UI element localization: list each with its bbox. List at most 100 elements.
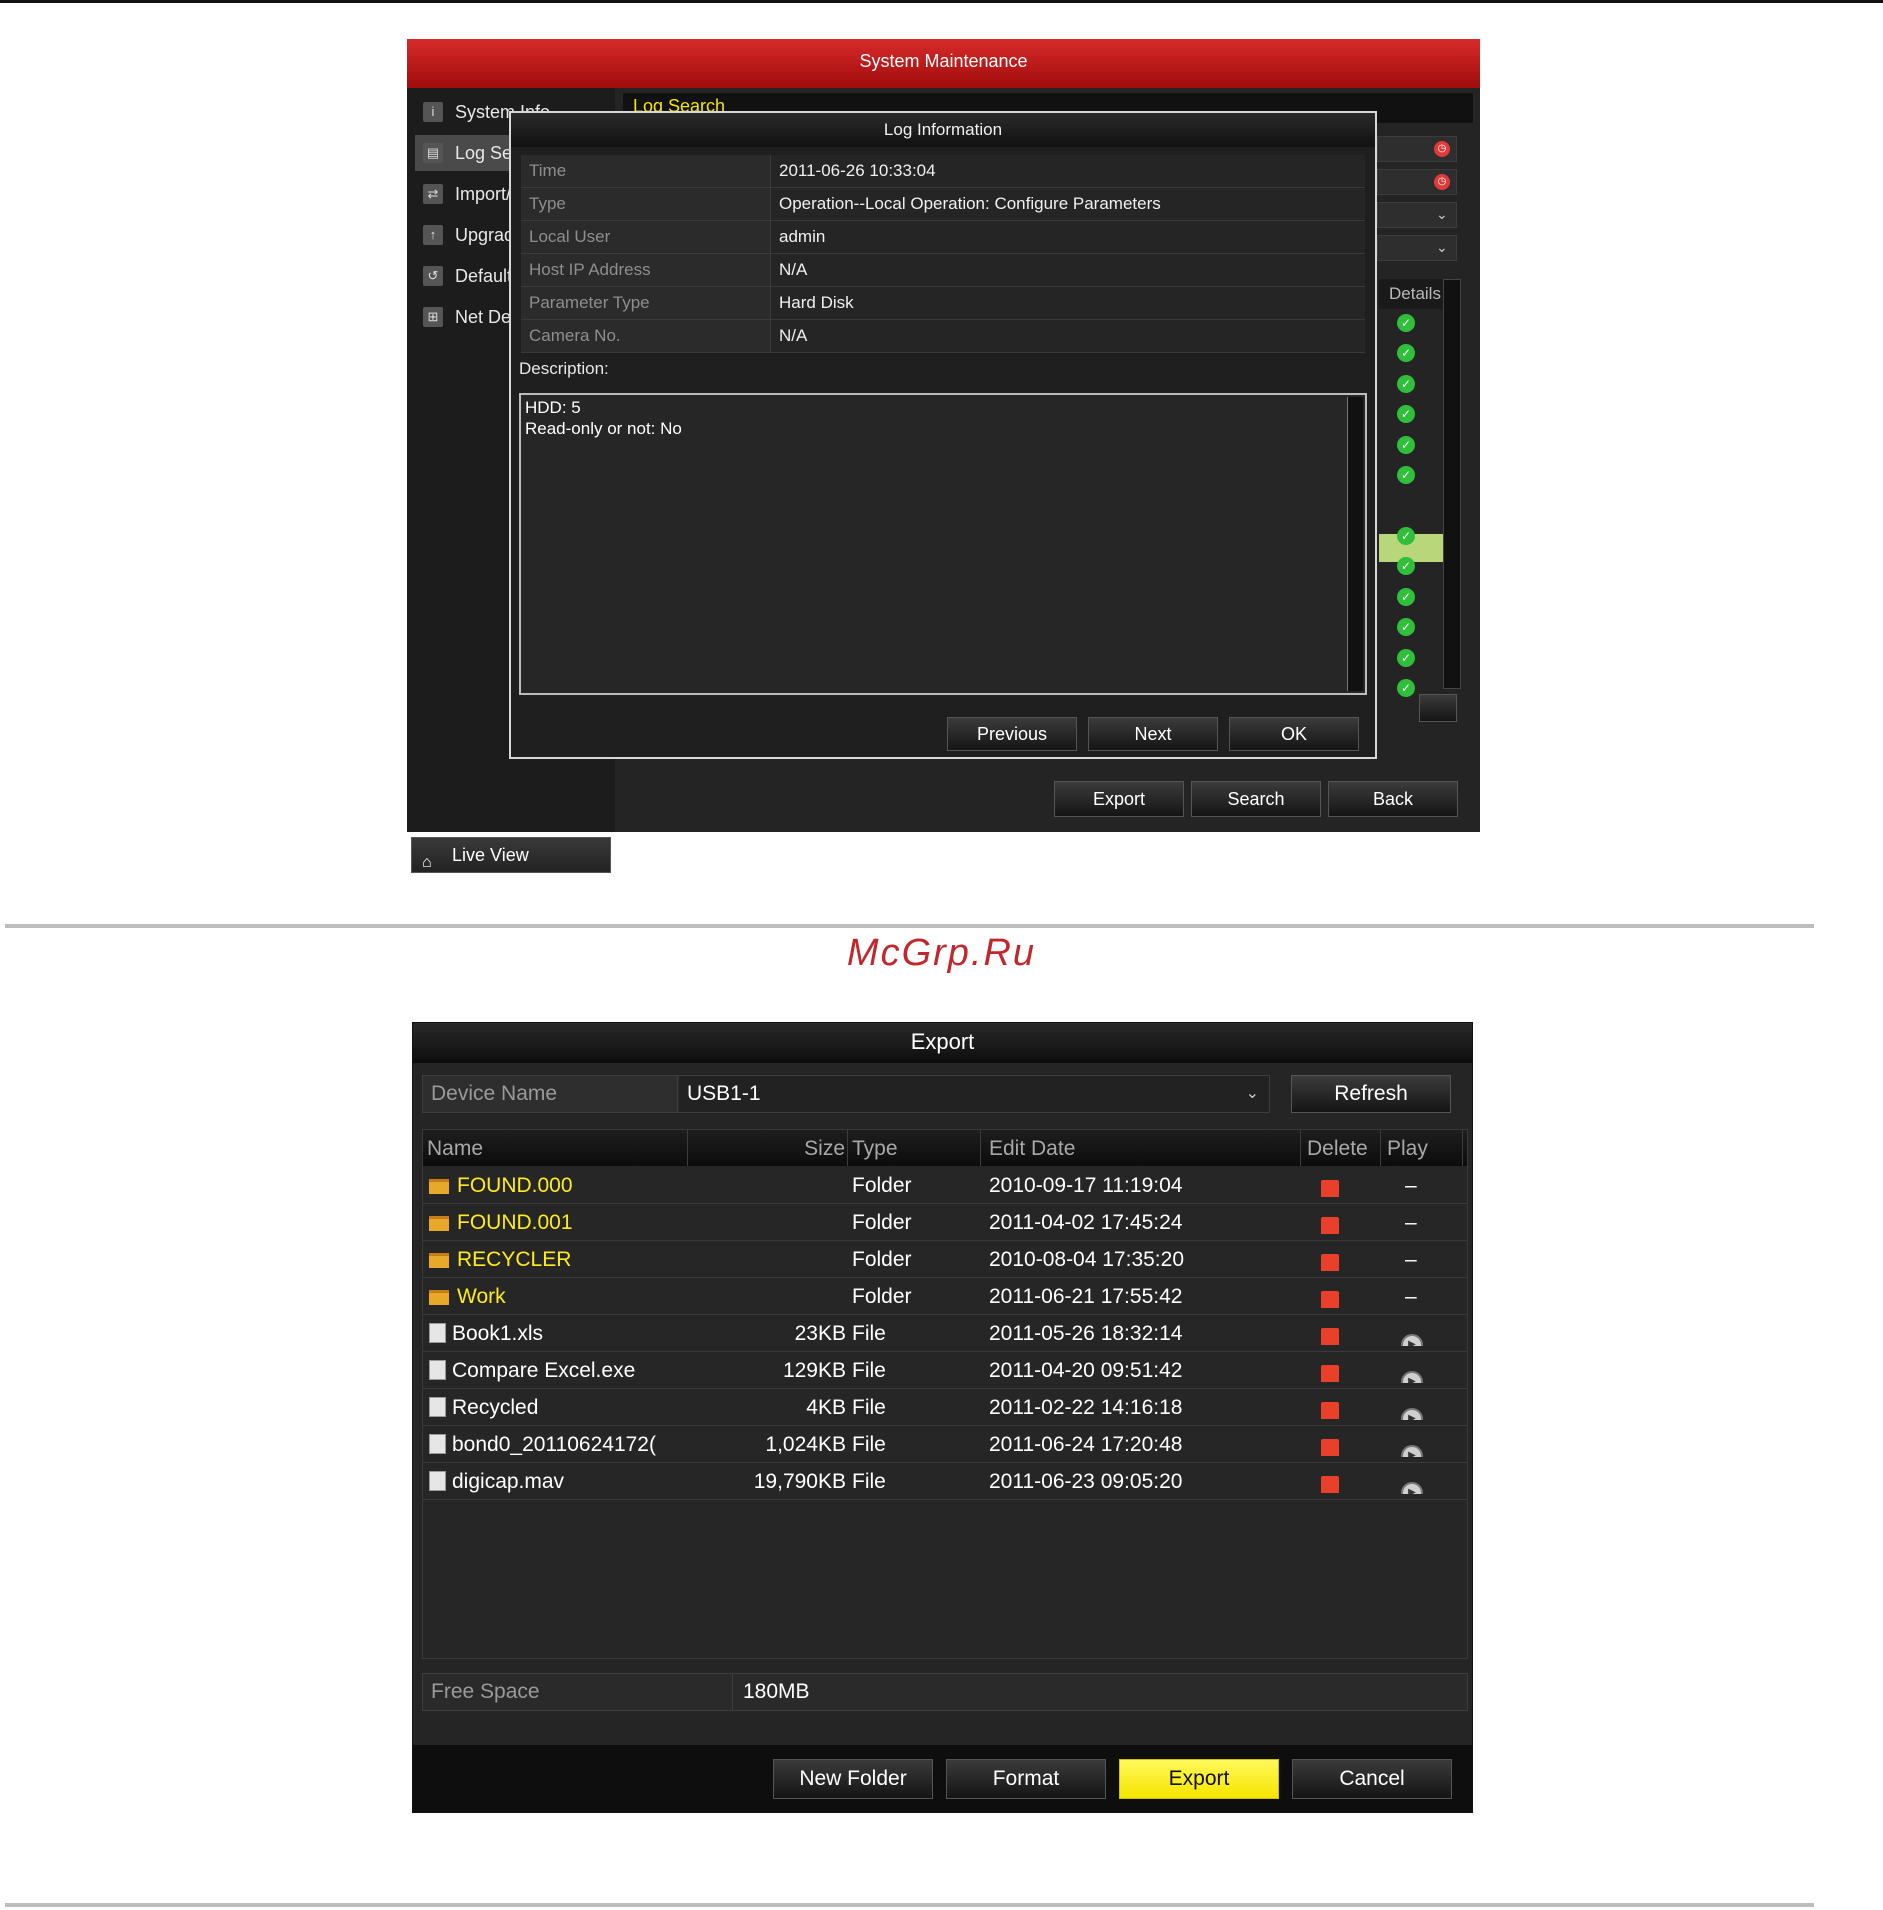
previous-button[interactable]: Previous	[947, 717, 1077, 751]
network-icon: ⊞	[423, 307, 443, 327]
trash-icon[interactable]	[1321, 1217, 1339, 1234]
play-placeholder: –	[1405, 1248, 1417, 1271]
device-name-row: Device Name USB1-1 ⌄	[422, 1075, 1270, 1113]
free-space-value: 180MB	[743, 1680, 810, 1703]
play-icon[interactable]: ▶	[1401, 1408, 1423, 1420]
trash-icon[interactable]	[1321, 1291, 1339, 1308]
file-name: Book1.xls	[452, 1322, 544, 1345]
trash-icon[interactable]	[1321, 1476, 1339, 1493]
file-name: Work	[457, 1285, 506, 1308]
divider-rule	[5, 924, 1814, 928]
play-icon[interactable]: ▶	[1401, 1445, 1423, 1457]
description-box[interactable]: HDD: 5 Read-only or not: No	[519, 393, 1367, 695]
check-icon[interactable]: ✓	[1397, 618, 1415, 636]
description-line: Read-only or not: No	[525, 419, 682, 438]
next-button[interactable]: Next	[1088, 717, 1218, 751]
trash-icon[interactable]	[1321, 1439, 1339, 1456]
file-row[interactable]: digicap.mav 19,790KB File 2011-06-23 09:…	[423, 1463, 1467, 1500]
delete-cell	[1321, 1360, 1339, 1382]
back-button[interactable]: Back	[1328, 781, 1458, 817]
column-header-edit-date[interactable]: Edit Date	[981, 1130, 1301, 1166]
check-icon[interactable]: ✓	[1397, 314, 1415, 332]
device-name-select[interactable]: USB1-1 ⌄	[679, 1076, 1269, 1112]
file-name-cell: Work	[423, 1278, 685, 1315]
file-name-cell: Compare Excel.exe	[423, 1352, 685, 1389]
play-cell: ▶	[1401, 1396, 1423, 1420]
play-icon[interactable]: ▶	[1401, 1371, 1423, 1383]
chevron-down-icon: ⌄	[1436, 239, 1448, 255]
file-row[interactable]: Recycled 4KB File 2011-02-22 14:16:18 ▶	[423, 1389, 1467, 1426]
trash-icon[interactable]	[1321, 1402, 1339, 1419]
cancel-button[interactable]: Cancel	[1292, 1759, 1452, 1799]
log-list-scrollbar[interactable]	[1443, 279, 1461, 689]
delete-cell	[1321, 1323, 1339, 1345]
live-view-button[interactable]: ⌂ Live View	[411, 837, 611, 873]
file-name-cell: FOUND.001	[423, 1204, 685, 1241]
file-row[interactable]: FOUND.000 Folder 2010-09-17 11:19:04 –	[423, 1167, 1467, 1204]
search-button[interactable]: Search	[1191, 781, 1321, 817]
format-button[interactable]: Format	[946, 1759, 1106, 1799]
check-icon[interactable]: ✓	[1397, 466, 1415, 484]
end-time-field[interactable]: ◷	[1377, 169, 1457, 195]
play-cell: ▶	[1401, 1470, 1423, 1494]
file-name: RECYCLER	[457, 1248, 572, 1271]
log-icon: ▤	[423, 143, 443, 163]
refresh-button[interactable]: Refresh	[1291, 1075, 1451, 1113]
file-date: 2011-05-26 18:32:14	[989, 1322, 1183, 1345]
file-list: Name Size Type Edit Date Delete Play FOU…	[422, 1129, 1468, 1659]
system-maintenance-window: System Maintenance i System Info ▤ Log S…	[407, 39, 1480, 873]
major-type-select[interactable]: ⌄	[1377, 202, 1457, 228]
device-name-value: USB1-1	[687, 1082, 761, 1105]
file-type: Folder	[852, 1248, 912, 1271]
new-folder-button[interactable]: New Folder	[773, 1759, 933, 1799]
chevron-down-icon: ⌄	[1245, 1085, 1259, 1102]
file-row[interactable]: bond0_20110624172( 1,024KB File 2011-06-…	[423, 1426, 1467, 1463]
file-row[interactable]: Book1.xls 23KB File 2011-05-26 18:32:14 …	[423, 1315, 1467, 1352]
dialog-title: Log Information	[511, 113, 1375, 147]
file-name: FOUND.000	[457, 1174, 573, 1197]
go-page-button[interactable]	[1419, 694, 1457, 722]
file-icon	[429, 1471, 446, 1491]
file-row[interactable]: Compare Excel.exe 129KB File 2011-04-20 …	[423, 1352, 1467, 1389]
info-value: admin	[771, 221, 1365, 253]
folder-icon	[429, 1290, 449, 1305]
trash-icon[interactable]	[1321, 1328, 1339, 1345]
file-icon	[429, 1397, 446, 1417]
delete-cell	[1321, 1471, 1339, 1493]
column-header-name[interactable]: Name	[423, 1130, 688, 1166]
info-key: Time	[521, 155, 771, 187]
info-key: Type	[521, 188, 771, 220]
file-size	[688, 1167, 846, 1204]
description-scrollbar[interactable]	[1347, 397, 1363, 691]
export-button[interactable]: Export	[1054, 781, 1184, 817]
play-icon[interactable]: ▶	[1401, 1334, 1423, 1346]
delete-cell	[1321, 1175, 1339, 1197]
check-icon[interactable]: ✓	[1397, 649, 1415, 667]
info-row-parameter-type: Parameter Type Hard Disk	[521, 287, 1365, 320]
play-placeholder: –	[1405, 1211, 1417, 1234]
upgrade-icon: ↑	[423, 225, 443, 245]
trash-icon[interactable]	[1321, 1180, 1339, 1197]
check-icon[interactable]: ✓	[1397, 344, 1415, 362]
file-row[interactable]: Work Folder 2011-06-21 17:55:42 –	[423, 1278, 1467, 1315]
play-icon[interactable]: ▶	[1401, 1482, 1423, 1494]
export-button[interactable]: Export	[1119, 1759, 1279, 1799]
check-icon[interactable]: ✓	[1397, 436, 1415, 454]
file-row[interactable]: RECYCLER Folder 2010-08-04 17:35:20 –	[423, 1241, 1467, 1278]
minor-type-select[interactable]: ⌄	[1377, 235, 1457, 261]
check-icon[interactable]: ✓	[1397, 527, 1415, 545]
check-icon[interactable]: ✓	[1397, 588, 1415, 606]
check-icon[interactable]: ✓	[1397, 557, 1415, 575]
ok-button[interactable]: OK	[1229, 717, 1359, 751]
trash-icon[interactable]	[1321, 1365, 1339, 1382]
file-row[interactable]: FOUND.001 Folder 2011-04-02 17:45:24 –	[423, 1204, 1467, 1241]
start-time-field[interactable]: ◷	[1377, 136, 1457, 162]
delete-cell	[1321, 1397, 1339, 1419]
file-name-cell: RECYCLER	[423, 1241, 685, 1278]
column-header-size[interactable]: Size	[688, 1130, 848, 1166]
check-icon[interactable]: ✓	[1397, 405, 1415, 423]
check-icon[interactable]: ✓	[1397, 375, 1415, 393]
check-icon[interactable]: ✓	[1397, 679, 1415, 697]
column-header-type[interactable]: Type	[848, 1130, 981, 1166]
trash-icon[interactable]	[1321, 1254, 1339, 1271]
